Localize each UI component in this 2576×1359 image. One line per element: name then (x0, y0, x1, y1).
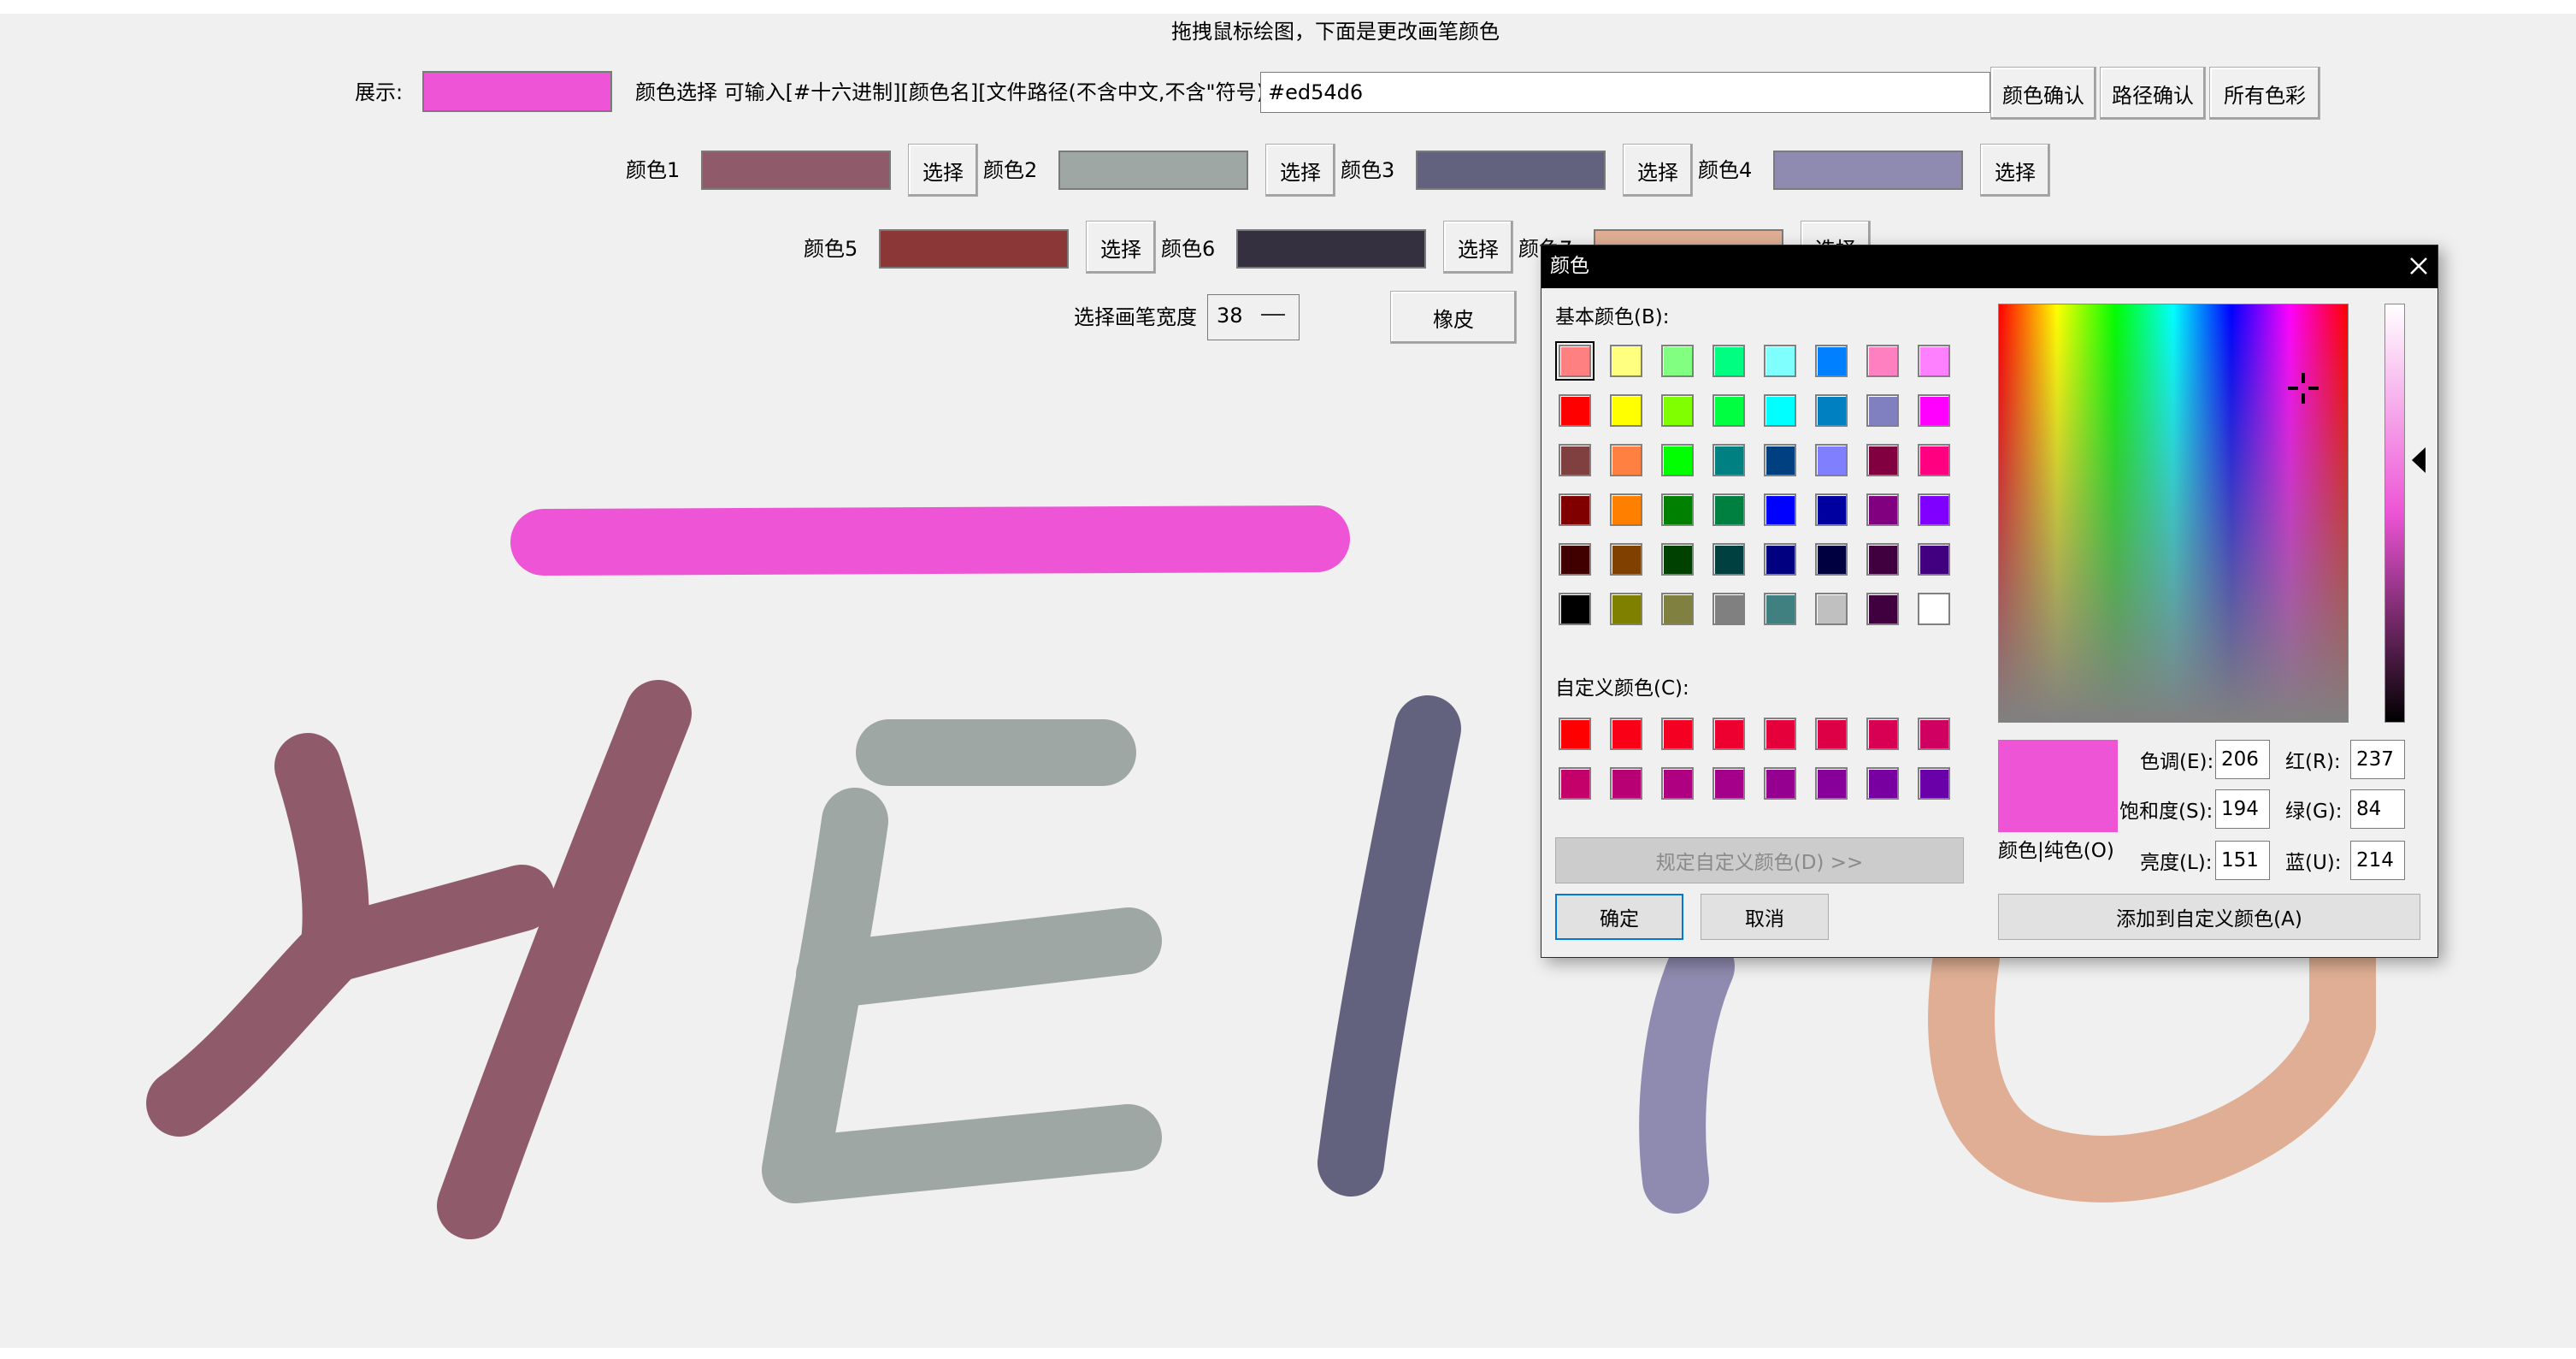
basic-color-swatch[interactable] (1712, 493, 1745, 526)
custom-color-swatch[interactable] (1610, 718, 1642, 750)
custom-color-swatch[interactable] (1918, 718, 1950, 750)
custom-color-swatch[interactable] (1764, 767, 1796, 800)
ok-button[interactable]: 确定 (1555, 894, 1683, 940)
custom-color-swatch[interactable] (1610, 767, 1642, 800)
basic-color-swatch[interactable] (1661, 543, 1694, 576)
blue-input[interactable]: 214 (2350, 841, 2405, 880)
basic-color-swatch[interactable] (1559, 543, 1591, 576)
saturation-input[interactable]: 194 (2215, 789, 2270, 829)
basic-color-swatch[interactable] (1610, 493, 1642, 526)
basic-color-swatch[interactable] (1815, 394, 1848, 427)
stroke-pink-line (510, 505, 1350, 576)
basic-color-swatch[interactable] (1918, 543, 1950, 576)
basic-color-swatch[interactable] (1555, 341, 1595, 381)
basic-color-swatch[interactable] (1712, 394, 1745, 427)
basic-color-swatch[interactable] (1815, 345, 1848, 377)
drawing-app-window: 拖拽鼠标绘图，下面是更改画笔颜色 展示: 颜色选择 可输入[#十六进制][颜色名… (0, 0, 2576, 1359)
hue-label: 色调(E): (2140, 751, 2214, 773)
luminance-arrow-icon[interactable] (2412, 447, 2426, 473)
basic-color-swatch[interactable] (1661, 493, 1694, 526)
basic-color-swatch[interactable] (1712, 593, 1745, 625)
basic-color-swatch[interactable] (1559, 593, 1591, 625)
stroke-letter-u (1928, 925, 2376, 1202)
custom-color-swatch[interactable] (1661, 718, 1694, 750)
basic-color-swatch[interactable] (1661, 593, 1694, 625)
basic-color-swatch[interactable] (1815, 543, 1848, 576)
custom-color-swatch[interactable] (1866, 767, 1899, 800)
add-to-custom-colors-button[interactable]: 添加到自定义颜色(A) (1998, 894, 2420, 940)
custom-color-swatch[interactable] (1559, 718, 1591, 750)
cancel-button[interactable]: 取消 (1701, 894, 1829, 940)
basic-color-swatch[interactable] (1866, 493, 1899, 526)
basic-color-swatch[interactable] (1610, 394, 1642, 427)
custom-color-swatch[interactable] (1918, 767, 1950, 800)
basic-colors-label: 基本颜色(B): (1555, 306, 1670, 328)
basic-color-swatch[interactable] (1866, 543, 1899, 576)
basic-color-swatch[interactable] (1559, 493, 1591, 526)
basic-color-swatch[interactable] (1764, 593, 1796, 625)
basic-color-swatch[interactable] (1918, 394, 1950, 427)
basic-color-swatch[interactable] (1559, 444, 1591, 476)
green-label: 绿(G): (2285, 801, 2343, 823)
close-icon[interactable] (2408, 256, 2429, 276)
custom-color-swatch[interactable] (1559, 767, 1591, 800)
color-dialog: 颜色 基本颜色(B): 自定义颜色(C): 规定自定义颜色(D) >> 确定 取… (1541, 245, 2438, 958)
basic-color-swatch[interactable] (1764, 345, 1796, 377)
crosshair-icon (2288, 373, 2319, 404)
basic-color-swatch[interactable] (1610, 593, 1642, 625)
basic-color-swatch[interactable] (1866, 444, 1899, 476)
luminance-bar[interactable] (2384, 304, 2405, 723)
basic-color-swatch[interactable] (1815, 444, 1848, 476)
luminance-input[interactable]: 151 (2215, 841, 2270, 880)
stroke-letter-i (1317, 695, 1461, 1197)
custom-color-swatch[interactable] (1815, 718, 1848, 750)
basic-color-swatch[interactable] (1815, 493, 1848, 526)
define-custom-colors-button: 规定自定义颜色(D) >> (1555, 837, 1964, 883)
basic-color-swatch[interactable] (1866, 593, 1899, 625)
basic-color-swatch[interactable] (1661, 444, 1694, 476)
hue-input[interactable]: 206 (2215, 740, 2270, 779)
custom-colors-label: 自定义颜色(C): (1555, 677, 1689, 700)
red-input[interactable]: 237 (2350, 740, 2405, 779)
luminance-label: 亮度(L): (2140, 852, 2213, 874)
basic-color-swatch[interactable] (1610, 444, 1642, 476)
custom-color-swatch[interactable] (1815, 767, 1848, 800)
basic-color-swatch[interactable] (1661, 394, 1694, 427)
basic-color-swatch[interactable] (1712, 345, 1745, 377)
stroke-letter-l (1639, 933, 1735, 1214)
dialog-title: 颜色 (1550, 255, 1589, 277)
basic-color-swatch[interactable] (1764, 493, 1796, 526)
basic-color-swatch[interactable] (1918, 593, 1950, 625)
stroke-letter-e (762, 719, 1162, 1203)
color-preview (1998, 740, 2118, 832)
custom-color-swatch[interactable] (1866, 718, 1899, 750)
saturation-label: 饱和度(S): (2119, 801, 2213, 823)
basic-color-swatch[interactable] (1918, 444, 1950, 476)
basic-color-swatch[interactable] (1764, 444, 1796, 476)
preview-label: 颜色|纯色(O) (1998, 840, 2114, 862)
basic-color-swatch[interactable] (1866, 394, 1899, 427)
green-input[interactable]: 84 (2350, 789, 2405, 829)
basic-color-swatch[interactable] (1610, 543, 1642, 576)
basic-color-swatch[interactable] (1712, 543, 1745, 576)
basic-color-swatch[interactable] (1559, 394, 1591, 427)
blue-label: 蓝(U): (2285, 852, 2342, 874)
red-label: 红(R): (2285, 751, 2341, 773)
custom-color-swatch[interactable] (1764, 718, 1796, 750)
basic-color-swatch[interactable] (1918, 493, 1950, 526)
dialog-titlebar: 颜色 (1541, 245, 2437, 288)
stroke-letter-h (146, 680, 692, 1239)
custom-color-swatch[interactable] (1712, 767, 1745, 800)
basic-color-swatch[interactable] (1661, 345, 1694, 377)
basic-color-swatch[interactable] (1610, 345, 1642, 377)
basic-color-swatch[interactable] (1764, 543, 1796, 576)
basic-color-swatch[interactable] (1712, 444, 1745, 476)
custom-color-swatch[interactable] (1712, 718, 1745, 750)
basic-color-swatch[interactable] (1764, 394, 1796, 427)
color-spectrum[interactable] (1998, 304, 2349, 723)
basic-color-swatch[interactable] (1918, 345, 1950, 377)
custom-color-swatch[interactable] (1661, 767, 1694, 800)
basic-color-swatch[interactable] (1866, 345, 1899, 377)
basic-color-swatch[interactable] (1815, 593, 1848, 625)
